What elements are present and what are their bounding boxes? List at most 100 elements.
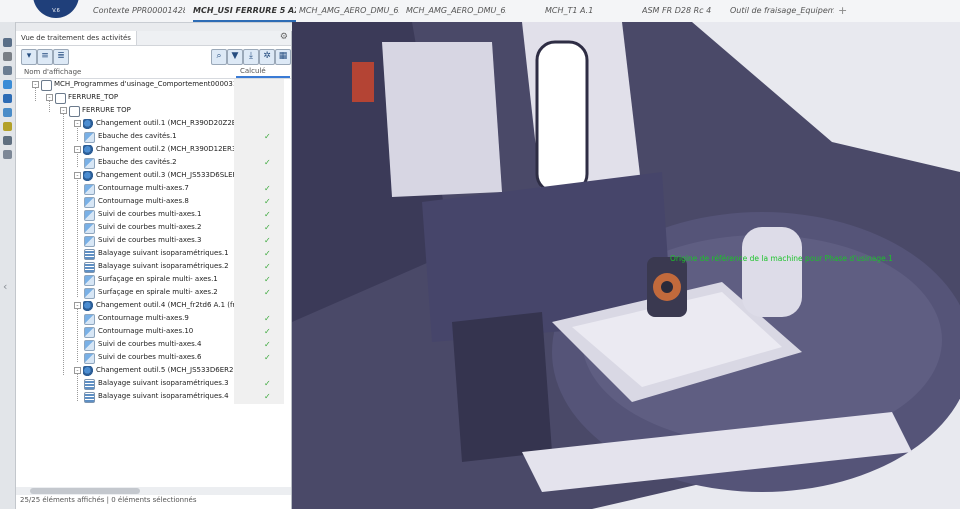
tree-row-operation[interactable]: Balayage suivant isoparamétriques.1 ✓ [16, 248, 291, 261]
camera-icon[interactable] [3, 52, 12, 61]
tree-view-icon[interactable] [3, 38, 12, 47]
sweep-icon [84, 392, 95, 403]
tab-amg-aero-1[interactable]: MCH_AMG_AERO_DMU_65 [299, 0, 399, 22]
tab-outil-fraisage[interactable]: Outil de fraisage_Equipeme [730, 0, 834, 22]
computed-check-icon: ✓ [264, 132, 271, 141]
tree-row-operation[interactable]: Suivi de courbes multi-axes.1 ✓ [16, 209, 291, 222]
settings-icon[interactable]: ✲ [259, 49, 275, 65]
tree-row-operation[interactable]: Ebauche des cavités.2 ✓ [16, 157, 291, 170]
tree-row-operation[interactable]: Suivi de courbes multi-axes.2 ✓ [16, 222, 291, 235]
tree-row-operation[interactable]: Suivi de courbes multi-axes.6 ✓ [16, 352, 291, 365]
tree-item-label: Surfaçage en spirale multi- axes.1 [98, 275, 218, 283]
tab-amg-aero-2[interactable]: MCH_AMG_AERO_DMU_65 [406, 0, 506, 22]
3d-viewport[interactable]: Origine de référence de la machine pour … [292, 22, 960, 509]
tree-row-program[interactable]: - MCH_Programmes d'usinage_Comportement0… [16, 79, 291, 92]
collapse-chevron-icon[interactable]: ‹ [3, 280, 7, 293]
search-icon[interactable]: ⌕ [211, 49, 227, 65]
tree-item-label: MCH_Programmes d'usinage_Comportement000… [54, 80, 260, 88]
calculated-cell [234, 352, 284, 365]
version-label: V.6 [52, 8, 60, 14]
collapse-icon[interactable]: - [60, 107, 67, 114]
tree-row-operation[interactable]: Contournage multi-axes.8 ✓ [16, 196, 291, 209]
columns-icon[interactable]: ▦ [275, 49, 291, 65]
tree-row-operation[interactable]: Balayage suivant isoparamétriques.2 ✓ [16, 261, 291, 274]
collapse-tree-icon[interactable]: ≣ [53, 49, 69, 65]
tree-row-operation[interactable]: Surfaçage en spirale multi- axes.1 ✓ [16, 274, 291, 287]
tag-icon[interactable] [3, 122, 12, 131]
calculated-cell [234, 287, 284, 300]
contouring-icon [84, 184, 95, 195]
roughing-icon [84, 132, 95, 143]
tree-row-operation[interactable]: Balayage suivant isoparamétriques.3 ✓ [16, 378, 291, 391]
grid-icon[interactable] [3, 108, 12, 117]
tree-row-operation[interactable]: Suivi de courbes multi-axes.4 ✓ [16, 339, 291, 352]
funnel-icon[interactable]: ▼ [227, 49, 243, 65]
calculated-cell [234, 144, 284, 157]
tab-contexte[interactable]: Contexte PPR00001428 [93, 0, 185, 22]
tree-row-tool-change[interactable]: - Changement outil.5 (MCH_JS533D6ER20 A.… [16, 365, 291, 378]
tree-row-operation[interactable]: Balayage suivant isoparamétriques.4 ✓ [16, 391, 291, 404]
scrollbar-thumb[interactable] [30, 488, 140, 494]
table-icon[interactable] [3, 150, 12, 159]
tree-row-operation[interactable]: Contournage multi-axes.7 ✓ [16, 183, 291, 196]
gear-icon[interactable]: ⚙ [280, 32, 288, 42]
tree-row-operation[interactable]: Contournage multi-axes.9 ✓ [16, 313, 291, 326]
tree-item-label: Contournage multi-axes.7 [98, 184, 189, 192]
filter-icon[interactable]: ▾ [21, 49, 37, 65]
calculated-cell [234, 209, 284, 222]
computed-check-icon: ✓ [264, 236, 271, 245]
app-logo[interactable]: V.6 [33, 0, 79, 18]
tree-row-tool-change[interactable]: - Changement outil.1 (MCH_R390D20Z2ER325… [16, 118, 291, 131]
collapse-icon[interactable]: - [74, 146, 81, 153]
sweep-icon [84, 379, 95, 390]
machine-origin-label[interactable]: Origine de référence de la machine pour … [670, 254, 893, 263]
tab-usi-ferrure[interactable]: MCH_USI FERRURE 5 AXES [193, 0, 296, 22]
curve-follow-icon [84, 210, 95, 221]
computed-check-icon: ✓ [264, 223, 271, 232]
tree-row-operation[interactable]: Contournage multi-axes.10 ✓ [16, 326, 291, 339]
calculated-cell [234, 235, 284, 248]
list-icon[interactable] [3, 136, 12, 145]
column-headers: Nom d'affichage Calculé [16, 67, 291, 79]
panel-tab-title[interactable]: Vue de traitement des activités [16, 31, 137, 45]
spiral-icon [84, 275, 95, 286]
collapse-icon[interactable]: - [74, 120, 81, 127]
tree-row-tool-change[interactable]: - Changement outil.4 (MCH_fr2td6 A.1 (fr… [16, 300, 291, 313]
tree-row-program-top[interactable]: - FERRURE TOP [16, 105, 291, 118]
tree-row-tool-change[interactable]: - Changement outil.2 (MCH_R390D12ER325 A… [16, 144, 291, 157]
collapse-icon[interactable]: - [32, 81, 39, 88]
part-icon [55, 93, 66, 104]
horizontal-scrollbar[interactable] [16, 487, 291, 495]
calculated-cell [234, 378, 284, 391]
column-calculated[interactable]: Calculé [236, 67, 290, 78]
tab-asm-fr[interactable]: ASM FR D28 Rc 4 [642, 0, 712, 22]
sweep-icon [84, 262, 95, 273]
export-icon[interactable]: ⤓ [243, 49, 259, 65]
tab-mch-t1[interactable]: MCH_T1 A.1 [545, 0, 605, 22]
activity-tree: - MCH_Programmes d'usinage_Comportement0… [16, 79, 291, 484]
calculated-cell [234, 170, 284, 183]
tree-item-label: Balayage suivant isoparamétriques.2 [98, 262, 229, 270]
computed-check-icon: ✓ [264, 392, 271, 401]
machine-icon[interactable] [3, 66, 12, 75]
computed-check-icon: ✓ [264, 314, 271, 323]
tool-change-icon [83, 119, 94, 130]
tree-row-tool-change[interactable]: - Changement outil.3 (MCH_JS533D6SLER325… [16, 170, 291, 183]
collapse-icon[interactable]: - [74, 172, 81, 179]
axis-icon[interactable] [3, 80, 12, 89]
calculated-cell [234, 365, 284, 378]
tree-row-operation[interactable]: Ebauche des cavités.1 ✓ [16, 131, 291, 144]
collapse-icon[interactable]: - [74, 302, 81, 309]
tree-item-label: FERRURE_TOP [68, 93, 119, 101]
add-tab-icon[interactable]: + [838, 0, 847, 22]
column-display-name[interactable]: Nom d'affichage [24, 68, 81, 76]
tree-item-label: FERRURE TOP [82, 106, 131, 114]
collapse-icon[interactable]: - [46, 94, 53, 101]
tree-row-operation[interactable]: Surfaçage en spirale multi- axes.2 ✓ [16, 287, 291, 300]
tree-row-part[interactable]: - FERRURE_TOP [16, 92, 291, 105]
tree-row-operation[interactable]: Suivi de courbes multi-axes.3 ✓ [16, 235, 291, 248]
expand-tree-icon[interactable]: ≡ [37, 49, 53, 65]
diamond-icon[interactable] [3, 94, 12, 103]
curve-follow-icon [84, 236, 95, 247]
collapse-icon[interactable]: - [74, 367, 81, 374]
